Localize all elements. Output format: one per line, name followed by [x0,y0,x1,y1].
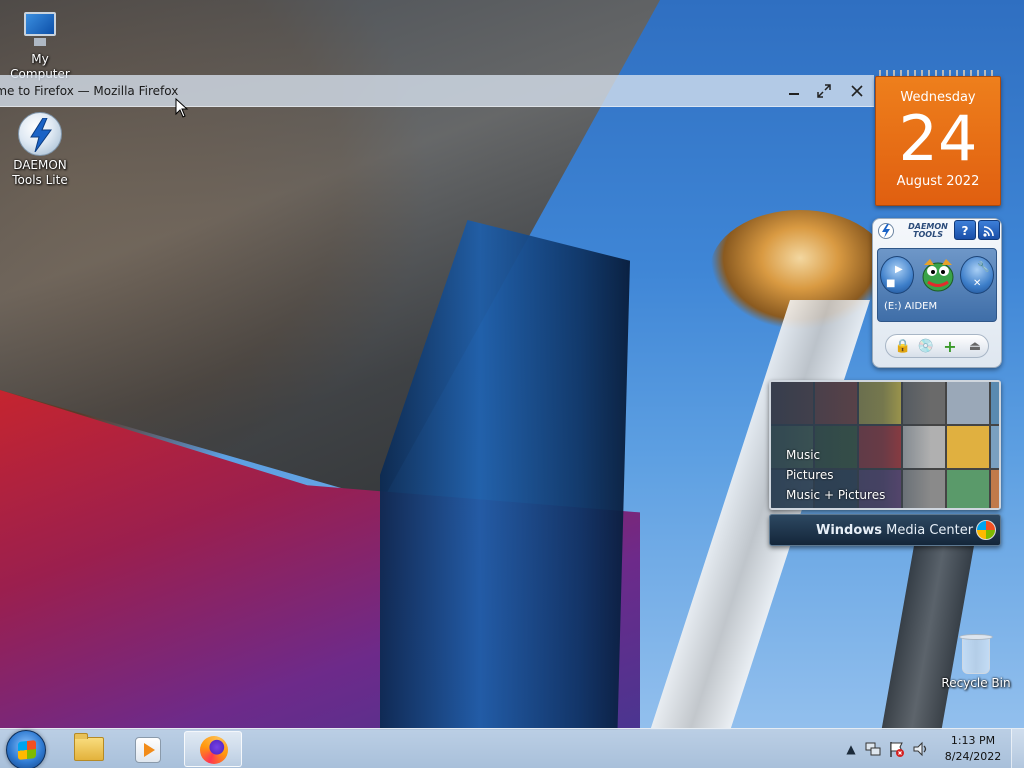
drive-label: (E:) AIDEM [884,301,938,312]
clock-date: 8/24/2022 [944,750,1002,763]
daemon-tools-gadget[interactable]: DAEMON TOOLS ? ▶ ■ 🔧 ✕ (E:) AIDEM 🔒 💿 + … [872,218,1002,368]
help-button[interactable]: ? [954,220,976,240]
media-tiles: Music Pictures Music + Pictures [769,380,1001,510]
media-center-gadget[interactable]: Music Pictures Music + Pictures Windows … [769,380,1001,546]
daemon-tools-icon [18,112,62,156]
media-center-menu: Music Pictures Music + Pictures [786,445,885,505]
desktop-icon-label: DAEMON Tools Lite [12,158,68,187]
unmount-icon[interactable]: ⏏ [966,338,984,356]
taskbar-firefox[interactable] [184,731,242,767]
firefox-icon [200,736,228,764]
rss-button[interactable] [978,220,1000,240]
show-desktop-button[interactable] [1011,729,1024,768]
recycle-bin-icon [958,632,994,674]
media-player-icon [135,737,161,763]
menu-item-music[interactable]: Music [786,445,885,465]
calendar-month-year: August 2022 [896,174,980,189]
brand-line-2: TOOLS [913,230,943,239]
start-button[interactable] [6,730,46,768]
taskbar-clock[interactable]: 1:13 PM 8/24/2022 [940,733,1006,765]
add-icon[interactable]: + [941,338,959,356]
action-center-flag-icon[interactable] [888,740,906,758]
wrench-icon: 🔧 [977,262,990,273]
lightning-icon [878,223,894,239]
computer-icon [20,10,60,50]
daemon-mascot-icon [922,259,954,292]
volume-icon[interactable] [912,740,930,758]
close-icon [851,85,863,97]
windows-flag-icon [18,740,36,760]
clock-time: 1:13 PM [950,734,996,747]
stop-icon: ■ [886,278,896,289]
taskbar-windows-media-player[interactable] [120,731,178,767]
close-button[interactable] [845,80,869,102]
help-label: ? [961,224,969,238]
play-icon: ▶ [895,264,903,275]
restore-icon [817,84,831,98]
folder-icon [74,733,104,761]
desktop-icon-label: Recycle Bin [941,676,1011,690]
brand-bold: Windows [816,523,883,538]
desktop-icon-daemon-tools[interactable]: DAEMON Tools Lite [0,112,80,188]
play-stop-control[interactable]: ▶ ■ [880,256,914,294]
calendar-page: Wednesday 24 August 2022 [875,76,1001,206]
settings-eject-control[interactable]: 🔧 ✕ [960,256,994,294]
daemon-toolbar: 🔒 💿 + ⏏ [885,334,989,358]
virtual-drive-panel[interactable]: ▶ ■ 🔧 ✕ (E:) AIDEM [877,248,997,322]
show-hidden-icons-icon[interactable]: ▲ [842,740,860,758]
close-x-icon: ✕ [973,278,982,289]
menu-item-pictures[interactable]: Pictures [786,465,885,485]
lock-icon[interactable]: 🔒 [894,338,912,356]
desktop-icon-my-computer[interactable]: My Computer [0,10,80,82]
mouse-cursor-icon [175,98,189,118]
firefox-window-titlebar[interactable]: ome to Firefox — Mozilla Firefox [0,75,874,107]
restore-button[interactable] [812,80,836,102]
network-icon[interactable] [864,740,882,758]
mount-icon[interactable]: 💿 [917,338,935,356]
media-center-brandbar[interactable]: Windows Media Center [769,514,1001,546]
desktop-icon-recycle-bin[interactable]: Recycle Bin [936,632,1016,691]
taskbar: ▲ 1:13 PM 8/24/2022 [0,728,1024,768]
calendar-gadget[interactable]: Wednesday 24 August 2022 [875,70,1001,206]
minimize-icon [789,93,799,95]
minimize-button[interactable] [782,80,806,102]
calendar-day: 24 [898,102,978,175]
menu-item-music-pictures[interactable]: Music + Pictures [786,485,885,505]
brand-rest: Media Center [882,523,974,538]
rss-icon [983,226,994,237]
taskbar-windows-explorer[interactable] [60,731,118,767]
window-title: ome to Firefox — Mozilla Firefox [0,84,179,98]
windows-logo-icon [976,520,996,540]
media-center-brand: Windows Media Center [816,523,973,538]
